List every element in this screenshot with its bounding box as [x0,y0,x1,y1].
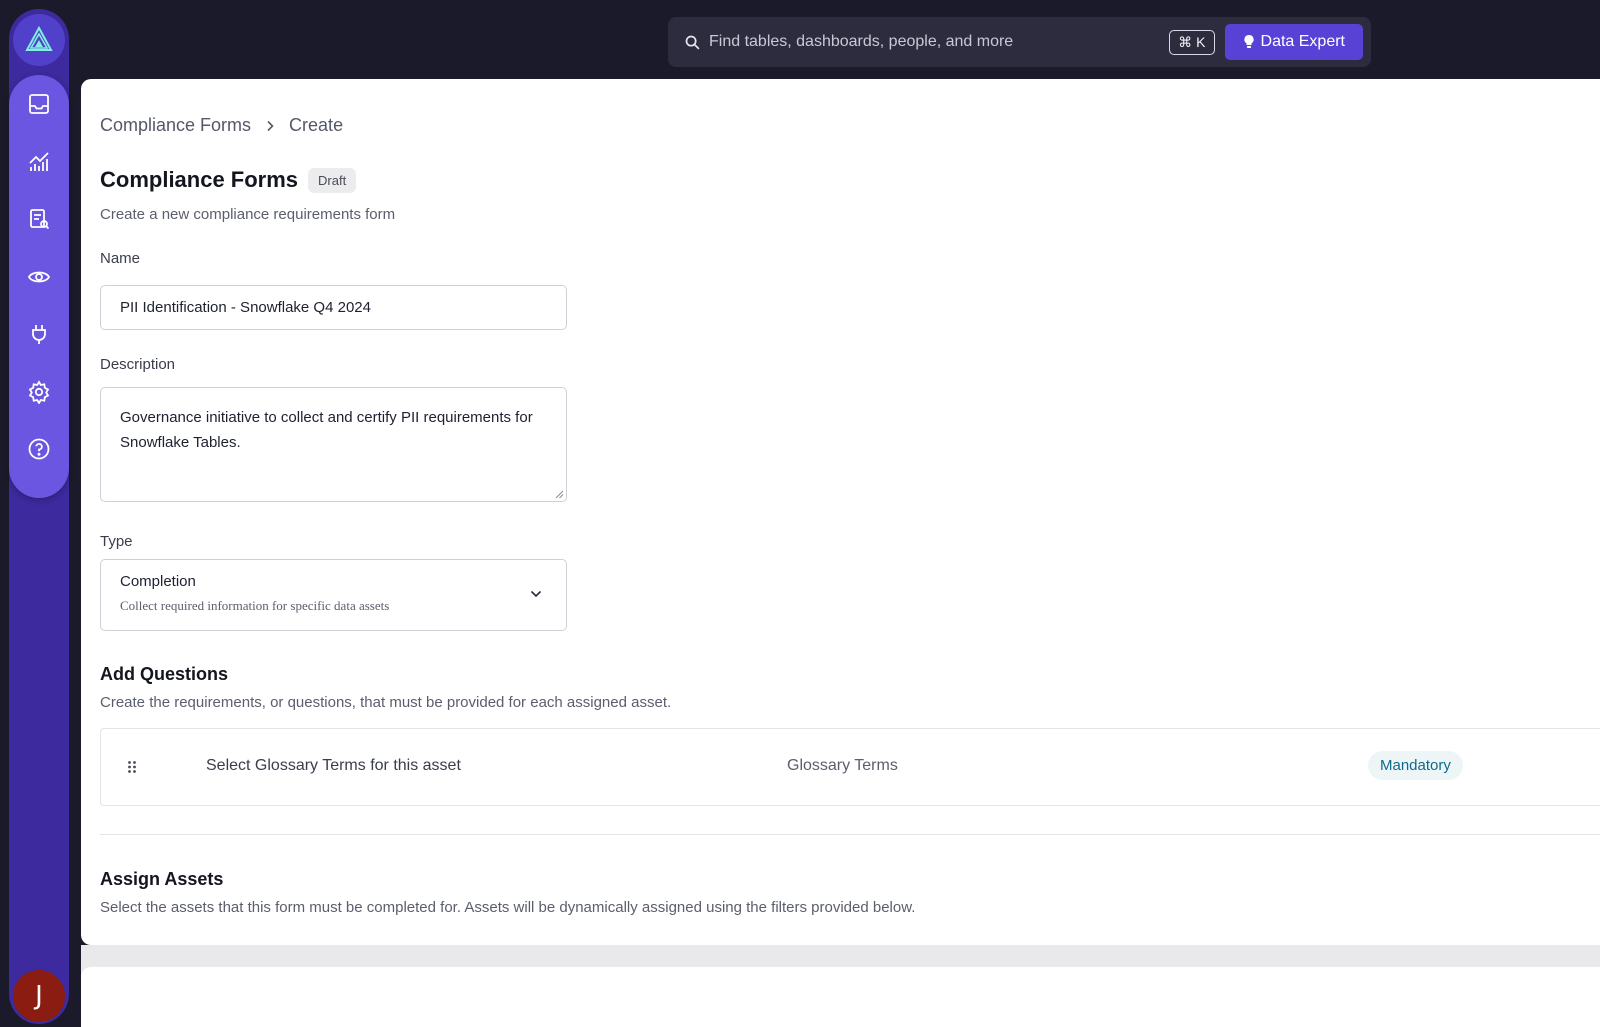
breadcrumb-parent-link[interactable]: Compliance Forms [100,115,251,136]
question-type: Glossary Terms [787,757,898,774]
data-expert-label: Data Expert [1260,33,1345,50]
next-section-card [81,967,1600,1027]
question-text: Select Glossary Terms for this asset [206,757,461,774]
page-title: Compliance Forms [100,167,299,192]
chevron-down-icon [530,590,542,598]
avatar[interactable]: J [13,970,65,1022]
assets-section-title: Assign Assets [100,869,224,889]
logo-icon [25,25,53,51]
questions-section-title: Add Questions [100,664,229,684]
gear-icon[interactable] [24,377,54,407]
sidebar: J [9,9,69,1024]
title-row: Compliance Forms Draft [100,167,357,193]
global-search-bar[interactable]: Find tables, dashboards, people, and mor… [668,17,1371,67]
drag-handle-icon[interactable] [127,760,137,774]
logo[interactable] [13,14,65,66]
search-input[interactable]: Find tables, dashboards, people, and mor… [709,33,1169,51]
description-value: Governance initiative to collect and cer… [120,409,533,451]
assets-section-description: Select the assets that this form must be… [100,899,916,916]
lightbulb-icon [1243,34,1254,48]
resize-handle-icon[interactable] [555,490,564,499]
chevron-right-icon [267,120,274,131]
breadcrumb-current: Create [289,115,344,135]
status-badge: Draft [308,167,357,193]
description-textarea[interactable]: Governance initiative to collect and cer… [100,387,567,502]
data-expert-button[interactable]: Data Expert [1224,24,1363,60]
description-label: Description [100,356,176,373]
name-field-value: PII Identification - Snowflake Q4 2024 [120,299,371,316]
eye-icon[interactable] [24,262,54,292]
section-divider [100,834,1600,835]
breadcrumb: Compliance Forms Create [100,115,343,136]
type-label: Type [100,533,133,550]
sidebar-nav [9,75,69,498]
search-icon [685,35,700,49]
main-content: Compliance Forms Create Compliance Forms… [81,79,1600,945]
help-icon[interactable] [24,434,54,464]
type-hint: Collect required information for specifi… [120,598,390,613]
page-subtitle: Create a new compliance requirements for… [100,206,396,223]
mandatory-badge: Mandatory [1368,751,1463,780]
inbox-icon[interactable] [24,89,54,119]
type-selected-value: Completion [120,573,196,590]
search-shortcut-badge: ⌘ K [1169,29,1215,55]
analytics-icon[interactable] [24,147,54,177]
questions-section-description: Create the requirements, or questions, t… [100,694,672,711]
name-field[interactable]: PII Identification - Snowflake Q4 2024 [100,285,567,330]
question-row[interactable]: Select Glossary Terms for this asset Glo… [100,728,1600,806]
documents-icon[interactable] [24,204,54,234]
plug-icon[interactable] [24,319,54,349]
name-label: Name [100,250,141,267]
type-select[interactable]: Completion Collect required information … [100,559,567,631]
